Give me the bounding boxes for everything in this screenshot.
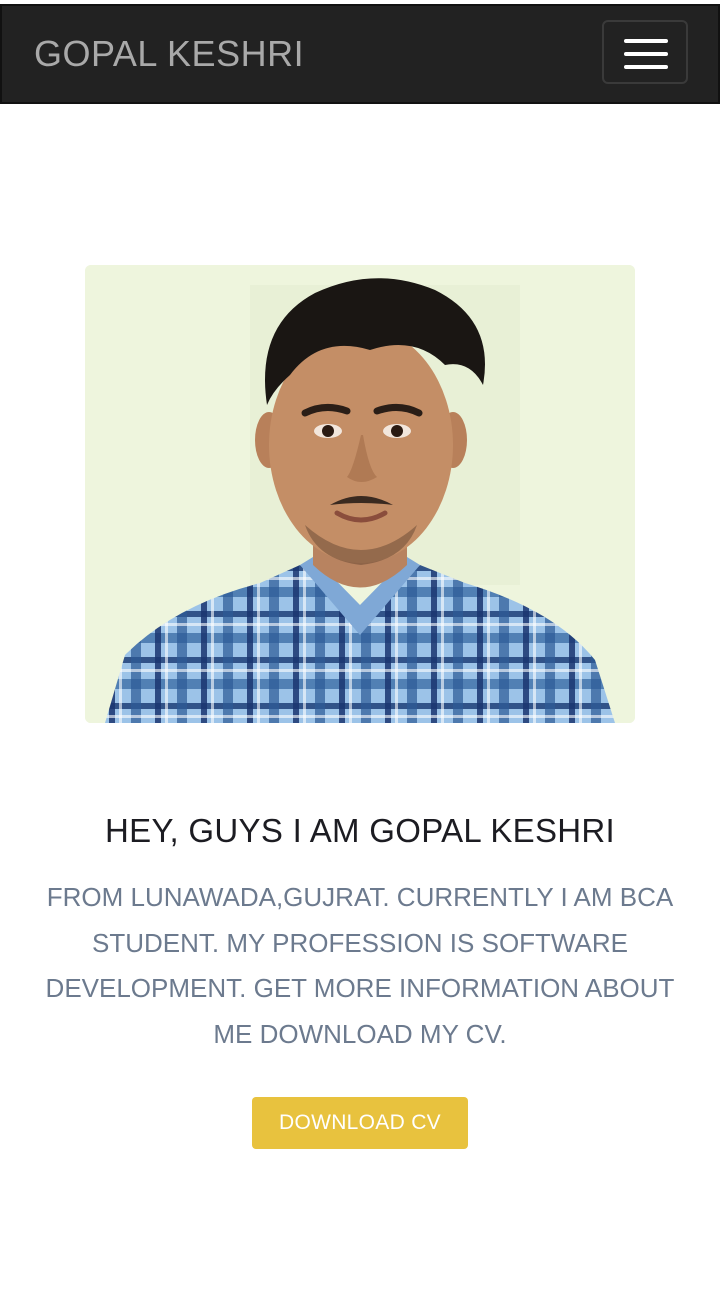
hero-headline: HEY, GUYS I AM GOPAL KESHRI <box>105 812 615 849</box>
download-cv-button[interactable]: DOWNLOAD CV <box>252 1097 468 1149</box>
hamburger-menu-icon <box>624 39 668 43</box>
menu-toggle-button[interactable] <box>602 20 688 84</box>
hero-bio: FROM LUNAWADA,GUJRAT. CURRENTLY I AM BCA… <box>45 882 675 1049</box>
navbar: GOPAL KESHRI <box>0 4 720 104</box>
profile-photo-illustration <box>85 265 635 723</box>
brand-link[interactable]: GOPAL KESHRI <box>34 34 304 74</box>
profile-photo <box>85 265 635 723</box>
